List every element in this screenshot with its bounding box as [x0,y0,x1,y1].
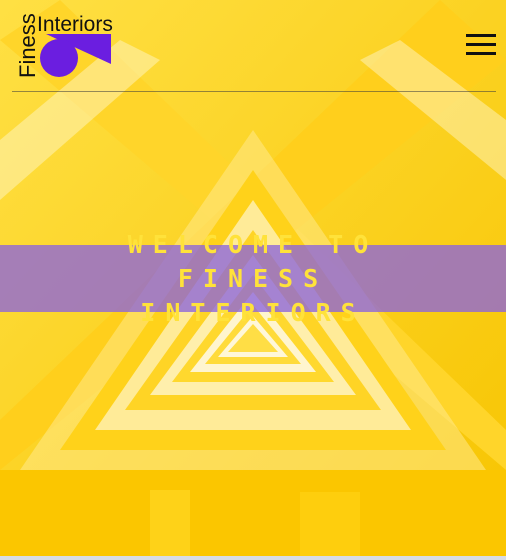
site-header: Finess Interiors [0,0,506,92]
logo-word-interiors: Interiors [37,13,113,36]
logo-mark: Finess Interiors [15,13,113,78]
header-divider [12,91,496,92]
bottom-edge [0,556,506,560]
hero-banner: WELCOME TO FINESS INTERIORS [0,230,506,327]
hamburger-menu-icon[interactable] [466,34,496,56]
finess-interiors-logo[interactable]: Finess Interiors [14,12,114,80]
hero-title: WELCOME TO FINESS INTERIORS [127,229,379,327]
